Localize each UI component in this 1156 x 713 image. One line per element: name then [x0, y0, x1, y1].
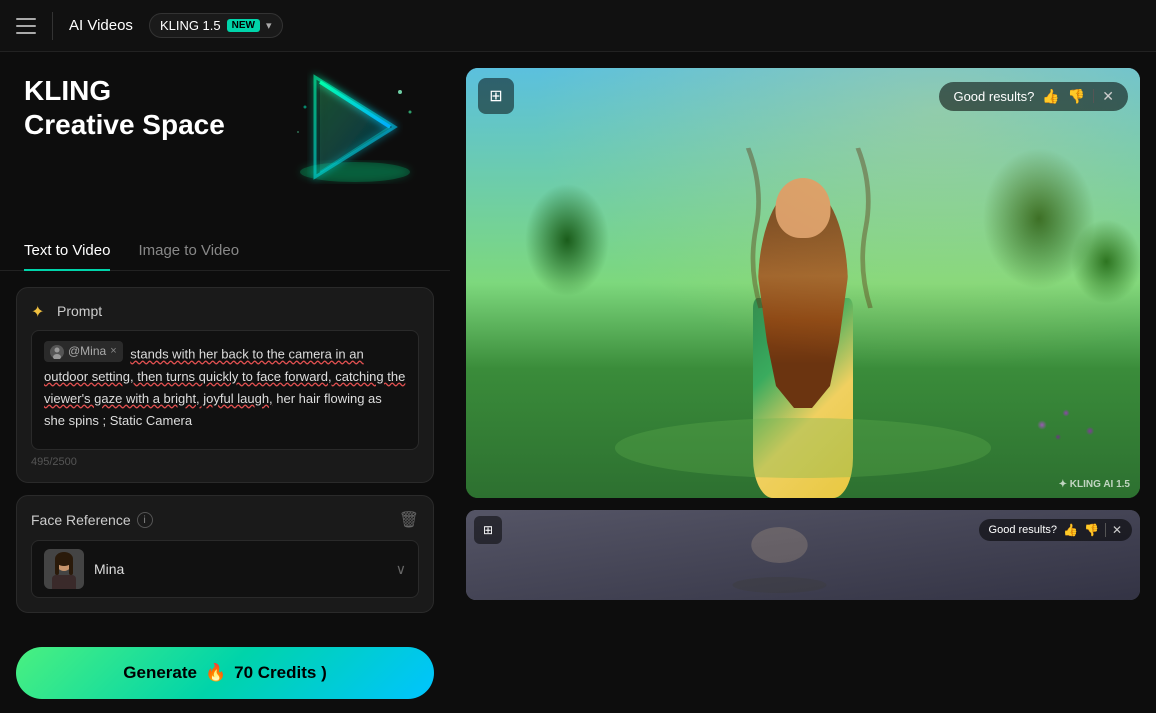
face-ref-delete-icon[interactable]: 🗑	[399, 510, 419, 530]
second-video-content: ⊞ Good results? 👍 👎 ✕	[466, 510, 1140, 600]
mention-remove-icon[interactable]: ×	[110, 343, 116, 361]
prompt-section: ✦ Prompt @Mina × stands with her back to…	[16, 287, 434, 483]
face-ref-label-text: Face Reference	[31, 512, 131, 528]
main-content: KLING Creative Space	[0, 52, 1156, 713]
face-ref-info-icon[interactable]: i	[137, 512, 153, 528]
generate-btn-container: Generate 🔥 70 Credits )	[0, 633, 450, 713]
second-video-card: ⊞ Good results? 👍 👎 ✕	[466, 510, 1140, 600]
second-video-top-bar: ⊞ Good results? 👍 👎 ✕	[466, 516, 1140, 544]
left-panel: KLING Creative Space	[0, 52, 450, 713]
credits-label: 70 Credits )	[234, 663, 327, 683]
generate-button[interactable]: Generate 🔥 70 Credits )	[16, 647, 434, 699]
face-reference-section: Face Reference i 🗑	[16, 495, 434, 613]
mode-tabs: Text to Video Image to Video	[0, 232, 450, 271]
video-content	[466, 68, 1140, 498]
feedback-divider	[1093, 89, 1094, 103]
second-feedback-bar: Good results? 👍 👎 ✕	[979, 519, 1132, 541]
second-capture-icon: ⊞	[483, 523, 493, 537]
face-ref-selector[interactable]: Mina ∨	[31, 540, 419, 598]
face-avatar	[44, 549, 84, 589]
prompt-input[interactable]: @Mina × stands with her back to the came…	[31, 330, 419, 450]
version-text: KLING 1.5	[160, 18, 221, 33]
face-ref-person: Mina	[44, 549, 124, 589]
version-selector[interactable]: KLING 1.5 NEW ▾	[149, 13, 283, 38]
watermark-text: ✦ KLING AI 1.5	[1059, 479, 1130, 490]
mention-tag: @Mina ×	[44, 341, 123, 362]
main-video-card: ⊞ Good results? 👍 👎 ✕ ✦ KLING AI 1.5 Lip…	[466, 68, 1140, 498]
close-feedback-icon[interactable]: ✕	[1102, 88, 1114, 105]
second-feedback-label: Good results?	[989, 524, 1057, 536]
video-top-bar: ⊞ Good results? 👍 👎 ✕	[466, 78, 1140, 114]
header-divider	[52, 12, 53, 40]
chevron-down-icon: ▾	[266, 19, 272, 32]
tab-text-to-video[interactable]: Text to Video	[24, 232, 110, 271]
feedback-label: Good results?	[953, 89, 1034, 104]
fire-icon: 🔥	[205, 663, 226, 683]
face-ref-label: Face Reference i	[31, 512, 153, 528]
second-thumb-up-icon[interactable]: 👍	[1063, 523, 1078, 537]
watermark: ✦ KLING AI 1.5	[1059, 479, 1130, 490]
thumb-down-icon[interactable]: 👎	[1068, 88, 1085, 105]
sun-icon: ✦	[31, 302, 49, 320]
mention-name: @Mina	[68, 342, 106, 361]
char-count: 495/2500	[31, 456, 419, 468]
menu-button[interactable]	[16, 18, 36, 34]
capture-button[interactable]: ⊞	[478, 78, 514, 114]
app-title: AI Videos	[69, 17, 133, 34]
capture-icon: ⊞	[489, 86, 502, 106]
hero-section: KLING Creative Space	[0, 52, 450, 232]
new-badge: NEW	[227, 19, 260, 32]
prompt-label: ✦ Prompt	[31, 302, 419, 320]
face-ref-header: Face Reference i 🗑	[31, 510, 419, 530]
face-ref-chevron-icon: ∨	[396, 561, 406, 578]
second-thumb-down-icon[interactable]: 👎	[1084, 523, 1099, 537]
scene-detail-overlay	[466, 68, 1140, 498]
kling-logo-graphic	[280, 57, 430, 207]
header: AI Videos KLING 1.5 NEW ▾	[0, 0, 1156, 52]
second-close-icon[interactable]: ✕	[1112, 523, 1122, 537]
second-capture-button[interactable]: ⊞	[474, 516, 502, 544]
mention-avatar	[50, 345, 64, 359]
prompt-label-text: Prompt	[57, 303, 102, 319]
tab-image-to-video[interactable]: Image to Video	[138, 232, 239, 271]
generate-label: Generate	[123, 663, 197, 683]
face-ref-name: Mina	[94, 561, 124, 577]
right-panel: ⊞ Good results? 👍 👎 ✕ ✦ KLING AI 1.5 Lip…	[450, 52, 1156, 713]
second-feedback-divider	[1105, 523, 1106, 537]
thumb-up-icon[interactable]: 👍	[1042, 88, 1059, 105]
avatar-image	[44, 549, 84, 589]
feedback-bar: Good results? 👍 👎 ✕	[939, 82, 1128, 111]
